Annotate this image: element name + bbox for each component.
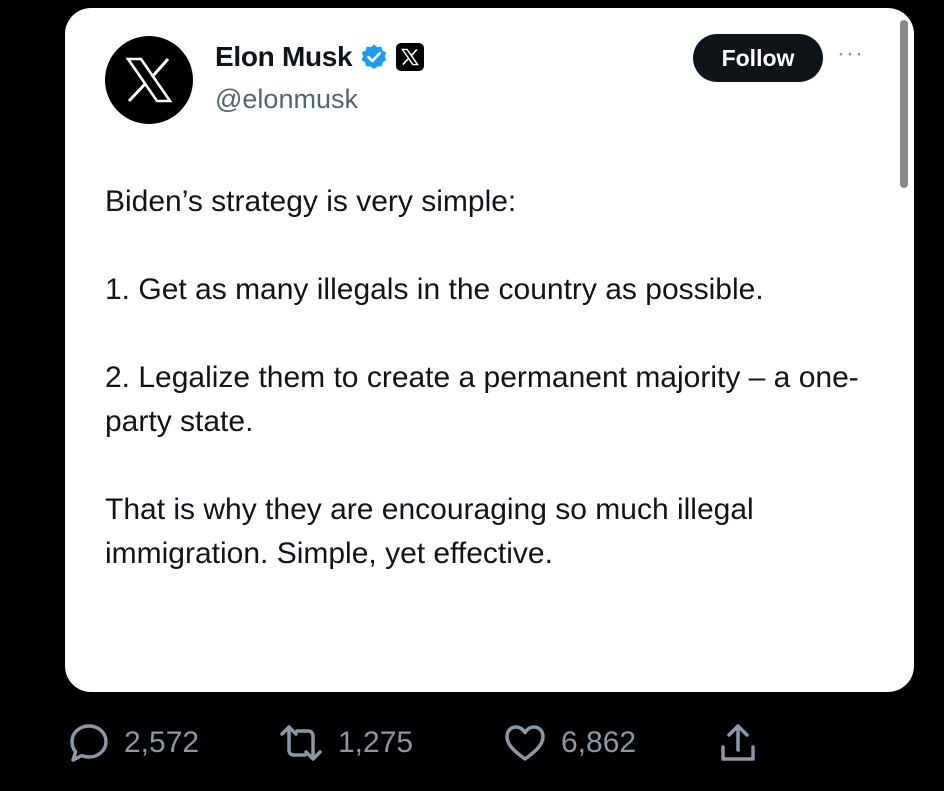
reply-icon (70, 724, 108, 762)
post-paragraph: That is why they are encouraging so much… (105, 493, 754, 570)
more-options-icon[interactable]: ··· (837, 42, 864, 66)
repost-button[interactable]: 1,275 (278, 722, 413, 764)
avatar[interactable] (105, 36, 193, 124)
x-logo-icon (401, 48, 420, 66)
like-button[interactable]: 6,862 (503, 722, 636, 764)
scrollbar[interactable] (900, 20, 908, 188)
share-icon (721, 724, 755, 761)
repost-count: 1,275 (338, 726, 414, 759)
author-name[interactable]: Elon Musk (215, 41, 353, 73)
post-paragraph: 2. Legalize them to create a permanent m… (105, 361, 859, 438)
author-row: Elon Musk (215, 41, 425, 73)
repost-icon (280, 725, 322, 761)
post-card: Elon Musk @elonmusk Follow ··· Biden’s s… (65, 8, 914, 692)
reply-count: 2,572 (124, 726, 200, 759)
heart-icon (505, 725, 545, 761)
post-paragraph: Biden’s strategy is very simple: (105, 185, 517, 218)
action-bar: 2,572 1,275 6,862 (68, 722, 868, 768)
like-count: 6,862 (561, 726, 637, 759)
post-text: Biden’s strategy is very simple: 1. Get … (105, 180, 895, 576)
author-handle[interactable]: @elonmusk (215, 84, 358, 115)
reply-button[interactable]: 2,572 (68, 722, 199, 764)
follow-button[interactable]: Follow (693, 34, 823, 82)
post-paragraph: 1. Get as many illegals in the country a… (105, 273, 764, 306)
x-logo-icon (125, 57, 173, 103)
affiliation-badge[interactable] (396, 43, 425, 71)
verified-badge-icon (361, 44, 387, 69)
share-button[interactable] (718, 722, 758, 764)
